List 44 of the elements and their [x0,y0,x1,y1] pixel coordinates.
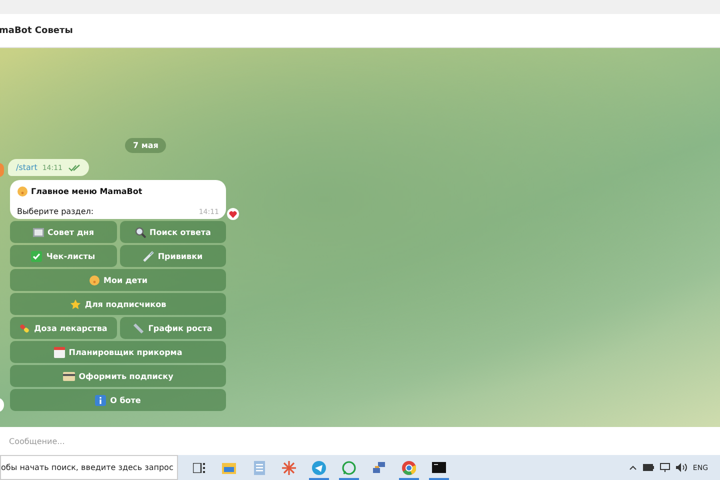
keyboard-button[interactable]: Доза лекарства [10,317,116,339]
network-computers-icon[interactable] [372,460,386,474]
message-text: Выберите раздел: [17,207,94,216]
double-check-icon [68,164,81,172]
keyboard-button[interactable]: График роста [120,317,226,339]
speaker-icon[interactable] [676,463,687,472]
folder-icon[interactable] [222,462,236,474]
baby-face-icon [88,274,100,286]
keyboard-button[interactable]: Совет дня [10,221,116,243]
message-input[interactable]: Сообщение... [7,436,311,446]
keyboard-button[interactable]: Прививки [120,245,226,267]
keyboard-button[interactable]: Поиск ответа [120,221,226,243]
checkmark-icon [31,250,42,262]
browser-icon[interactable] [402,460,416,474]
starburst-icon[interactable] [282,460,296,474]
date-badge: 7 мая [125,138,166,153]
keyboard-button[interactable]: Планировщик прикорма [10,341,226,363]
keyboard-button[interactable]: О боте [10,389,226,411]
terminal-icon[interactable] [432,462,446,473]
baby-face-icon [17,186,28,197]
picture-frame-icon [32,228,44,236]
chevron-up-icon[interactable] [628,465,637,470]
keyboard-button[interactable]: Оформить подписку [10,365,226,387]
ruler-icon [133,322,144,334]
search-field[interactable]: обы начать поиск, введите здесь запрос [0,455,178,480]
command-link[interactable]: /start [16,163,38,172]
keyboard-button[interactable]: Мои дети [10,269,226,291]
keyboard-button[interactable]: Для подписчиков [10,293,226,315]
calendar-icon [54,346,65,358]
keyboard-button[interactable]: Чек-листы [10,245,116,267]
info-icon [95,394,106,406]
magnifier-icon [134,226,146,238]
chat-title: maBot Советы [0,26,73,36]
monitor-icon[interactable] [660,463,670,472]
paper-plane-icon[interactable] [312,460,326,474]
heart-reaction-icon[interactable] [227,208,239,220]
pill-icon [19,322,30,334]
task-view-icon[interactable] [193,462,205,472]
syringe-icon [142,250,154,262]
credit-card-icon [62,372,75,380]
message-heading: Главное меню MamaBot [31,187,142,196]
star-icon [70,298,81,310]
chat-bubble-icon[interactable] [342,460,356,474]
battery-icon[interactable] [642,464,654,471]
